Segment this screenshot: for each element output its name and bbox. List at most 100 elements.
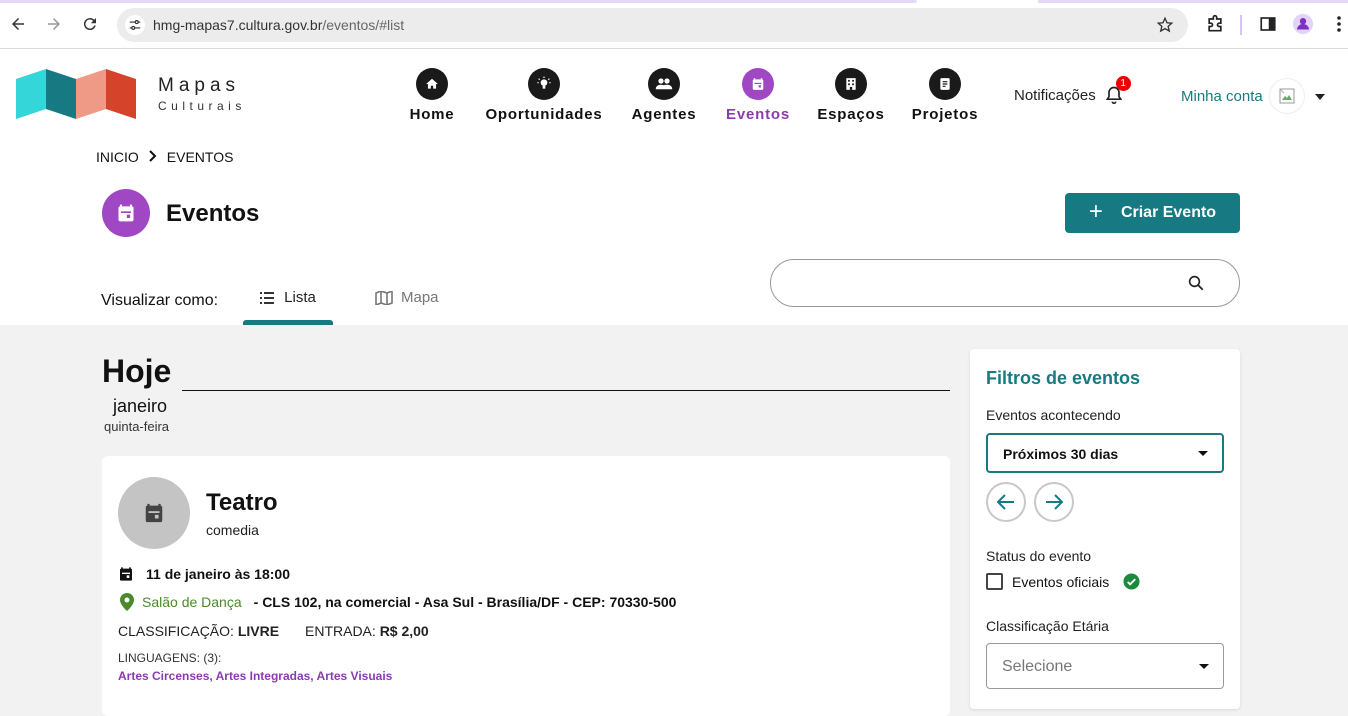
- page-header-area: INICIO EVENTOS Eventos + Criar Evento Vi…: [0, 139, 1348, 325]
- nav-oportunidades-label: Oportunidades: [485, 106, 603, 123]
- browser-toolbar: hmg-mapas7.cultura.gov.br/eventos/#list: [0, 0, 1348, 49]
- official-events-checkbox[interactable]: [986, 573, 1003, 590]
- classification-label: CLASSIFICAÇÃO:: [118, 623, 234, 639]
- search-icon[interactable]: [1187, 274, 1205, 297]
- breadcrumb-inicio[interactable]: INICIO: [96, 149, 139, 165]
- document-icon: [929, 68, 961, 100]
- page-title: Eventos: [166, 200, 260, 227]
- home-icon: [416, 68, 448, 100]
- address-bar[interactable]: hmg-mapas7.cultura.gov.br/eventos/#list: [117, 8, 1188, 42]
- age-rating-label: Classificação Etária: [986, 618, 1109, 634]
- languages-list[interactable]: Artes Circenses, Artes Integradas, Artes…: [118, 669, 392, 683]
- extensions-icon[interactable]: [1204, 13, 1226, 35]
- arrow-right-icon: [48, 18, 60, 30]
- entry-label: ENTRADA:: [305, 623, 376, 639]
- people-icon: [648, 68, 680, 100]
- url-host: hmg-mapas7.cultura.gov.br: [153, 17, 323, 33]
- nav-espacos[interactable]: Espaços: [817, 68, 885, 123]
- event-place-name[interactable]: Salão de Dança: [142, 594, 242, 610]
- event-card[interactable]: Teatro comedia 11 de janeiro às 18:00 Sa…: [102, 456, 950, 716]
- tab-mapa-label: Mapa: [401, 289, 439, 306]
- event-datetime-row: 11 de janeiro às 18:00: [118, 566, 290, 582]
- event-title[interactable]: Teatro: [206, 489, 278, 517]
- map-icon: [375, 290, 393, 305]
- browser-menu-icon[interactable]: [1328, 13, 1348, 35]
- day-heading: Hoje: [102, 353, 172, 389]
- day-weekday: quinta-feira: [104, 419, 170, 434]
- chevron-right-icon: [149, 149, 157, 165]
- event-subtitle: comedia: [206, 522, 259, 538]
- toolbar-divider: [1240, 15, 1242, 35]
- day-divider: [182, 390, 950, 391]
- arrow-right-icon: [1046, 494, 1063, 510]
- chevron-down-icon: [1314, 87, 1325, 105]
- calendar-icon: [118, 477, 190, 549]
- previous-period-button[interactable]: [986, 482, 1026, 522]
- notifications-label: Notificações: [1014, 86, 1096, 104]
- age-rating-placeholder: Selecione: [1002, 658, 1073, 675]
- tab-lista[interactable]: Lista: [243, 289, 333, 306]
- account-label: Minha conta: [1181, 87, 1263, 105]
- nav-home[interactable]: Home: [409, 68, 455, 123]
- url-path: /eventos/#list: [322, 17, 405, 33]
- tab-mapa[interactable]: Mapa: [375, 289, 439, 306]
- create-event-label: Criar Evento: [1120, 204, 1217, 221]
- day-month: janeiro: [113, 396, 168, 416]
- event-address: - CLS 102, na comercial - Asa Sul - Bras…: [253, 594, 677, 610]
- create-event-button[interactable]: + Criar Evento: [1065, 193, 1240, 233]
- back-button[interactable]: [6, 12, 30, 36]
- site-settings-icon[interactable]: [125, 15, 145, 35]
- classification-value: LIVRE: [237, 623, 280, 639]
- nav-projetos[interactable]: Projetos: [912, 68, 978, 123]
- plus-icon: +: [1088, 198, 1103, 225]
- event-classification: CLASSIFICAÇÃO: LIVRE: [118, 623, 279, 639]
- verified-check-icon: [1123, 573, 1140, 590]
- caret-down-icon: [1198, 451, 1208, 456]
- age-rating-select[interactable]: Selecione: [986, 643, 1224, 689]
- bell-icon: 1: [1104, 76, 1131, 106]
- reload-icon: [83, 18, 96, 31]
- nav-espacos-label: Espaços: [817, 106, 885, 123]
- event-datetime: 11 de janeiro às 18:00: [146, 566, 290, 582]
- profile-icon[interactable]: [1292, 13, 1314, 35]
- breadcrumb: INICIO EVENTOS: [96, 149, 233, 165]
- happening-select[interactable]: Próximos 30 dias: [986, 433, 1224, 473]
- nav-projetos-label: Projetos: [911, 106, 979, 123]
- view-as-label: Visualizar como:: [101, 292, 219, 309]
- nav-eventos-label: Eventos: [726, 106, 790, 123]
- mapas-culturais-logo[interactable]: [16, 69, 136, 119]
- status-label: Status do evento: [986, 548, 1092, 564]
- lightbulb-icon: [528, 68, 560, 100]
- arrow-left-icon: [12, 18, 24, 30]
- event-entry: ENTRADA: R$ 2,00: [305, 623, 429, 639]
- official-events-filter[interactable]: Eventos oficiais: [986, 573, 1140, 590]
- notifications-button[interactable]: Notificações 1: [1014, 76, 1131, 106]
- logo-line-2: Culturais: [158, 99, 246, 113]
- bookmark-star-icon[interactable]: [1156, 16, 1174, 39]
- forward-button[interactable]: [42, 12, 66, 36]
- reload-button[interactable]: [78, 12, 102, 36]
- account-menu[interactable]: Minha conta: [1181, 78, 1325, 114]
- arrow-left-icon: [997, 494, 1014, 510]
- avatar: [1268, 78, 1305, 114]
- broken-image-icon: [1279, 88, 1295, 104]
- entry-value: R$ 2,00: [379, 623, 429, 639]
- search-box: [770, 259, 1240, 307]
- search-input[interactable]: [791, 272, 1181, 294]
- nav-agentes-label: Agentes: [631, 106, 697, 123]
- next-period-button[interactable]: [1034, 482, 1074, 522]
- filters-panel: Filtros de eventos Eventos acontecendo P…: [970, 349, 1240, 709]
- languages-header: LINGUAGENS: (3):: [118, 651, 222, 665]
- event-place-row: Salão de Dança - CLS 102, na comercial -…: [118, 593, 676, 611]
- tab-lista-label: Lista: [284, 289, 316, 306]
- active-tab-indicator: [243, 320, 333, 325]
- happening-label: Eventos acontecendo: [986, 407, 1121, 423]
- tab-strip-edge: [0, 0, 1348, 3]
- nav-agentes[interactable]: Agentes: [631, 68, 697, 123]
- url-text: hmg-mapas7.cultura.gov.br/eventos/#list: [153, 17, 404, 33]
- side-panel-icon[interactable]: [1257, 13, 1279, 35]
- happening-value: Próximos 30 dias: [1003, 446, 1119, 462]
- nav-eventos[interactable]: Eventos: [726, 68, 790, 123]
- logo-line-1: Mapas: [158, 75, 241, 96]
- nav-oportunidades[interactable]: Oportunidades: [485, 68, 603, 123]
